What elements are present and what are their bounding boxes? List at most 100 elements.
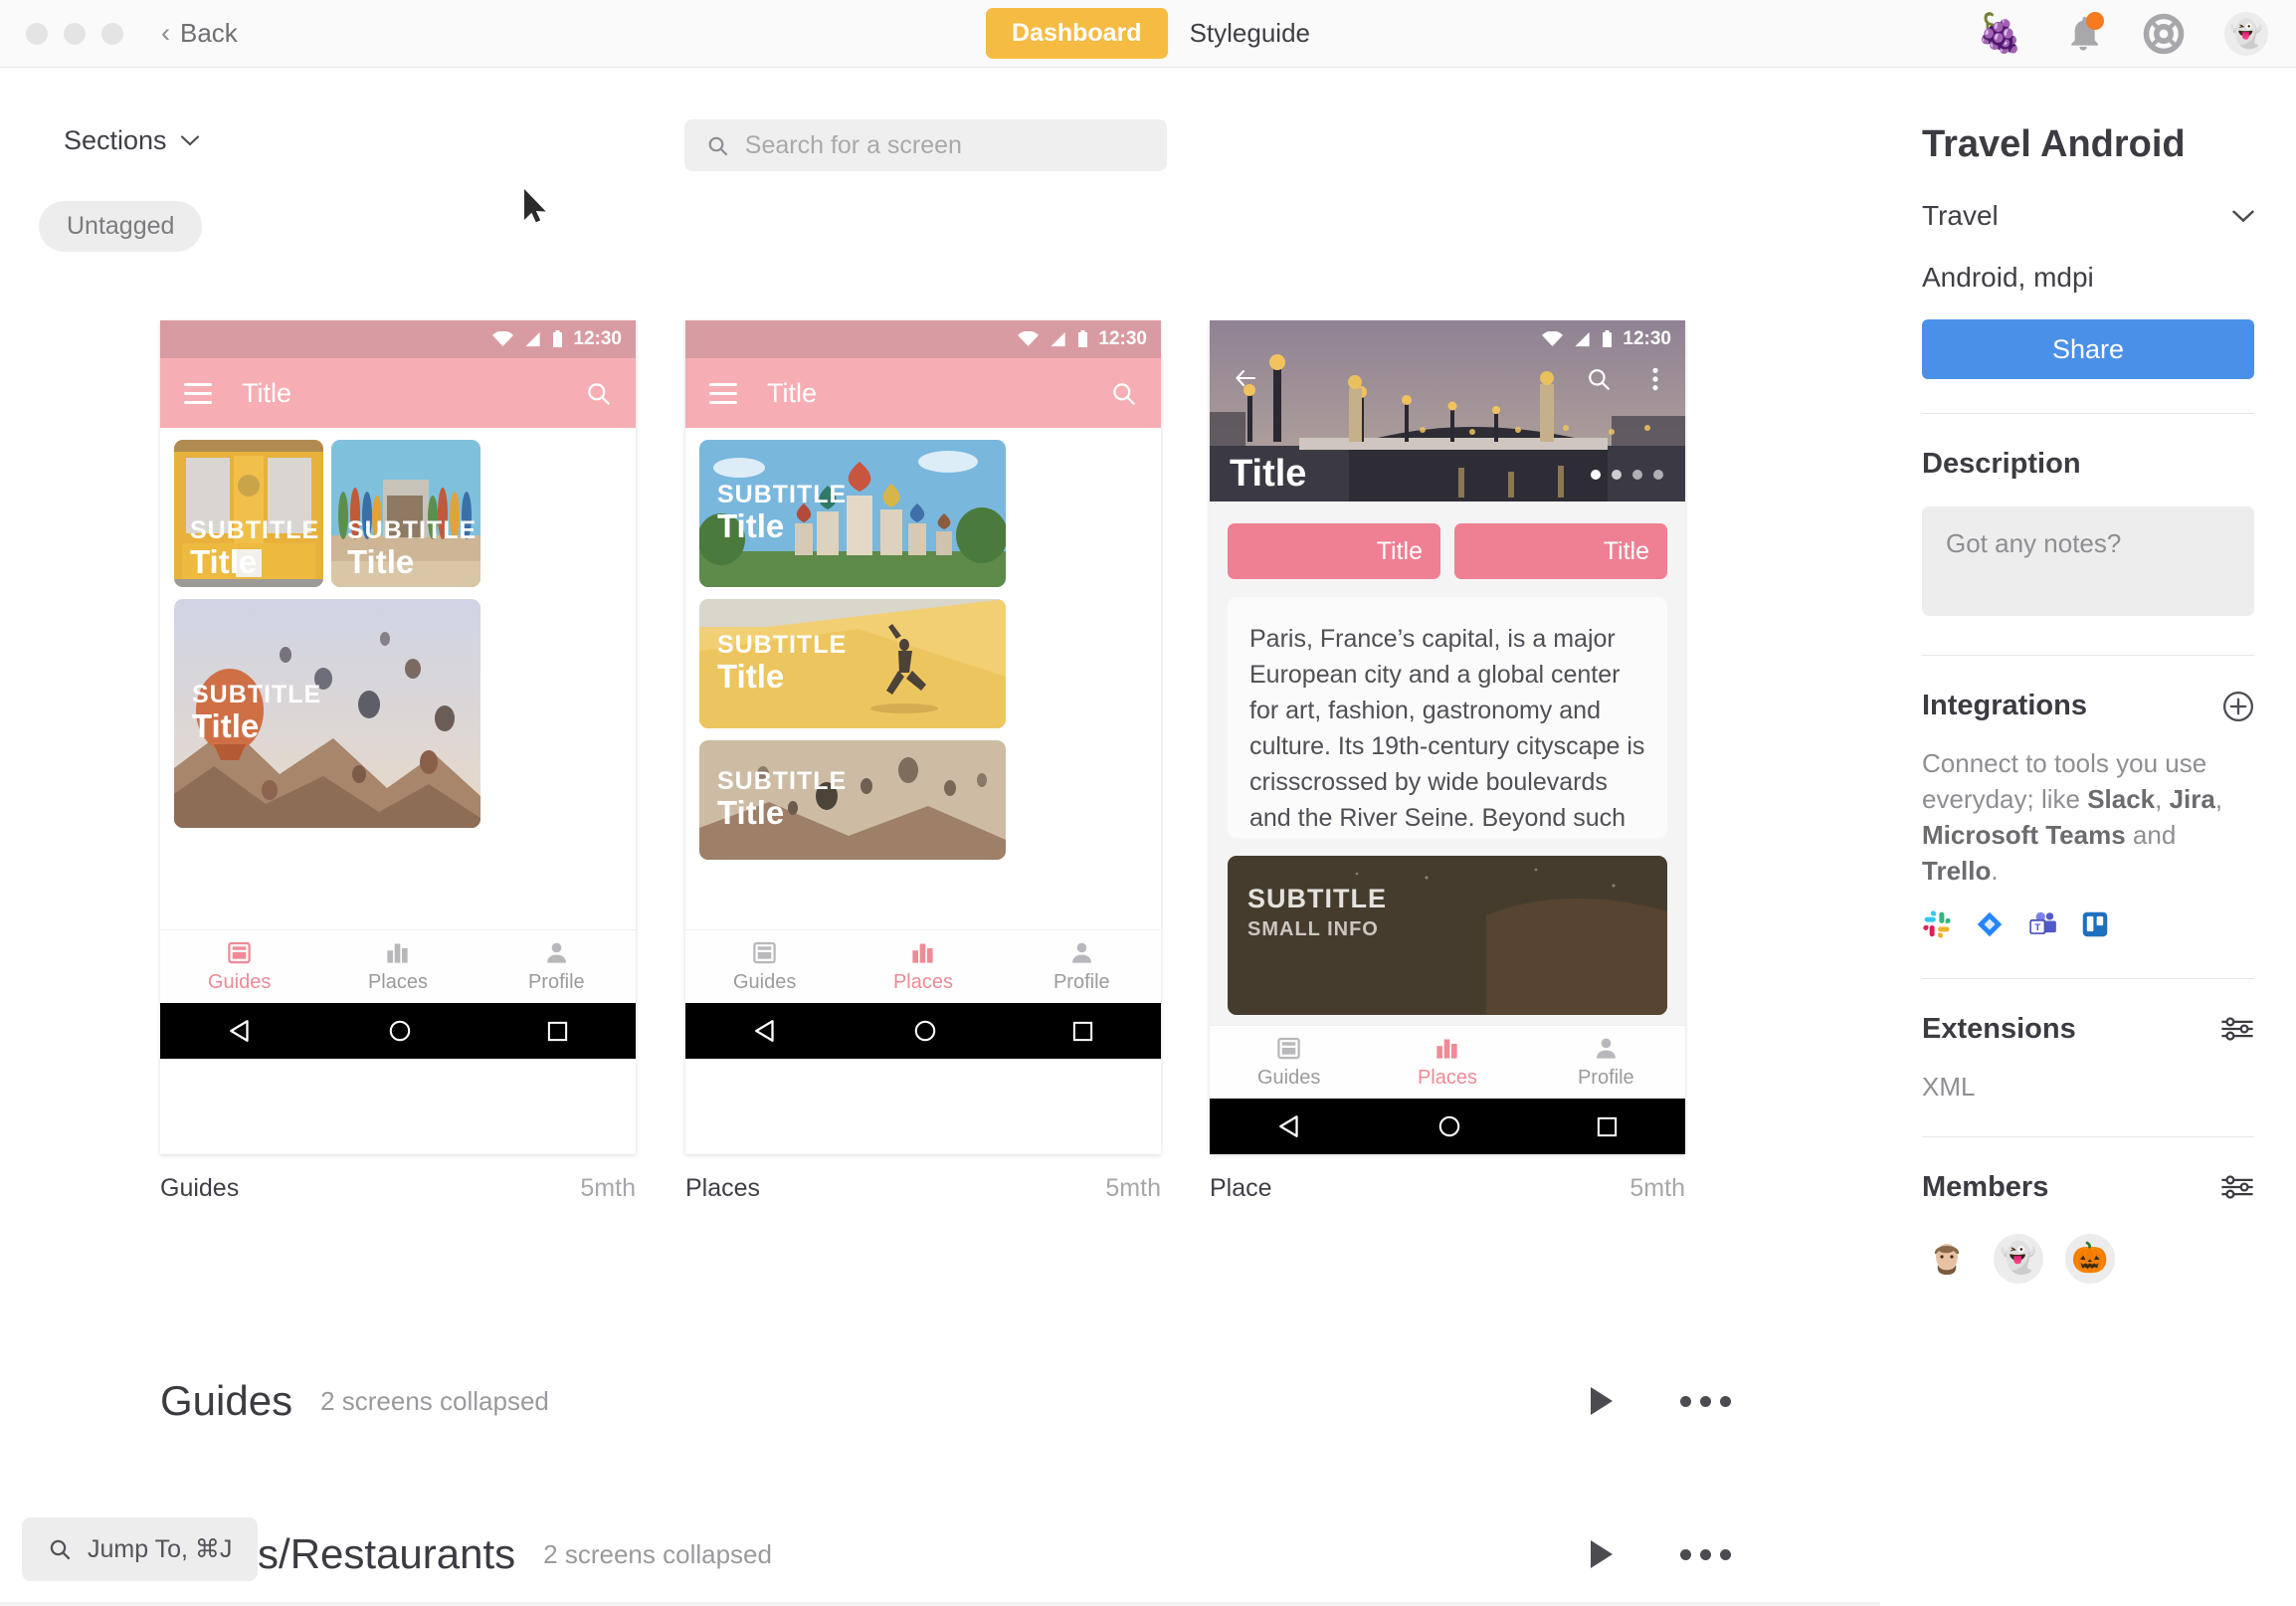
- avatar[interactable]: 👻: [1994, 1233, 2043, 1284]
- section-header-hotels-restaurants: Hotels/Restaurants 2 screens collapsed: [0, 1530, 1850, 1578]
- tab-places[interactable]: Places: [844, 939, 1002, 994]
- settings-sliders-icon[interactable]: [2220, 1016, 2254, 1042]
- screen-content: SUBTITLE Title SUBTITLE Title SUBTITLE T…: [685, 428, 1161, 1059]
- description-card: Paris, France’s capital, is a major Euro…: [1228, 597, 1667, 838]
- back-button[interactable]: ‹ Back: [161, 18, 238, 49]
- trello-icon[interactable]: [2081, 910, 2109, 943]
- tab-label: Places: [367, 971, 428, 993]
- card-title: Title: [717, 658, 785, 696]
- search-icon[interactable]: [585, 380, 612, 407]
- screen-caption: Guides 5mth: [160, 1174, 636, 1203]
- expand-section-button[interactable]: [1591, 1387, 1613, 1415]
- microsoft-teams-icon[interactable]: T: [2027, 910, 2057, 943]
- search-icon[interactable]: [1110, 380, 1137, 407]
- dark-card[interactable]: SUBTITLE SMALL INFO: [1228, 856, 1667, 1015]
- tab-label: Profile: [1052, 971, 1110, 993]
- nav-recents-icon[interactable]: [546, 1020, 569, 1043]
- members-header: Members: [1922, 1171, 2254, 1204]
- close-window-button[interactable]: [26, 22, 48, 45]
- tab-label: Profile: [527, 971, 585, 993]
- chevron-left-icon: ‹: [161, 18, 170, 48]
- settings-sliders-icon[interactable]: [2220, 1174, 2254, 1200]
- nav-home-icon[interactable]: [1437, 1114, 1461, 1138]
- tab-profile[interactable]: Profile: [1003, 939, 1161, 994]
- card-overlay-text: SUBTITLE Title: [192, 682, 321, 745]
- search-icon[interactable]: [1586, 366, 1612, 392]
- grapes-icon[interactable]: 🍇: [1977, 15, 2023, 53]
- back-arrow-icon[interactable]: [1232, 366, 1259, 390]
- grid-card-wide[interactable]: SUBTITLE Title: [174, 599, 480, 828]
- divider: [1922, 655, 2254, 656]
- jump-to-button[interactable]: Jump To, ⌘J: [22, 1517, 259, 1581]
- nav-recents-icon[interactable]: [1071, 1020, 1094, 1043]
- tab-guides[interactable]: Guides: [1210, 1035, 1368, 1090]
- section-more-button[interactable]: [1680, 1395, 1731, 1407]
- maximize-window-button[interactable]: [101, 22, 123, 45]
- menu-hamburger-icon[interactable]: [709, 382, 737, 404]
- nav-back-icon[interactable]: [228, 1018, 254, 1044]
- card-subtitle: SUBTITLE: [717, 480, 848, 508]
- card-title: Title: [347, 543, 415, 581]
- tab-guides[interactable]: Guides: [160, 939, 318, 994]
- pager-dot[interactable]: [1612, 470, 1622, 480]
- tab-dashboard[interactable]: Dashboard: [985, 8, 1168, 59]
- list-card[interactable]: SUBTITLE Title: [699, 599, 1006, 728]
- share-button[interactable]: Share: [1922, 319, 2254, 379]
- search-input[interactable]: [744, 130, 1145, 160]
- jira-icon[interactable]: [1976, 910, 2004, 943]
- guides-icon: [753, 941, 776, 964]
- nav-home-icon[interactable]: [388, 1019, 412, 1043]
- pager-dot-active[interactable]: [1591, 470, 1601, 480]
- list-card[interactable]: SUBTITLE Title: [699, 740, 1006, 860]
- pager-dot[interactable]: [1653, 470, 1663, 480]
- expand-section-button[interactable]: [1591, 1540, 1613, 1568]
- status-clock: 12:30: [573, 328, 622, 349]
- minimize-window-button[interactable]: [64, 22, 86, 45]
- nav-home-icon[interactable]: [913, 1019, 937, 1043]
- slack-icon[interactable]: [1922, 909, 1952, 944]
- section-more-button[interactable]: [1680, 1548, 1731, 1560]
- guides-icon: [1277, 1037, 1300, 1060]
- card-title: Title: [192, 707, 260, 745]
- screen-updated-time: 5mth: [580, 1174, 636, 1202]
- tab-places[interactable]: Places: [1368, 1035, 1526, 1090]
- menu-hamburger-icon[interactable]: [184, 382, 212, 404]
- nav-back-icon[interactable]: [1277, 1113, 1303, 1139]
- jump-to-label: Jump To, ⌘J: [88, 1535, 233, 1563]
- list-card[interactable]: SUBTITLE Title: [699, 440, 1006, 587]
- screen-thumbnail-places[interactable]: 12:30 Title SUBTITLE Title SUBTITLE Titl…: [685, 320, 1161, 1154]
- description-notes-input[interactable]: [1922, 506, 2254, 616]
- notifications-bell-icon[interactable]: [2063, 11, 2104, 54]
- card-subtitle: SUBTITLE: [717, 630, 848, 659]
- nav-recents-icon[interactable]: [1596, 1115, 1619, 1138]
- project-group-select[interactable]: Travel: [1922, 200, 2254, 232]
- carousel-pager[interactable]: [1591, 470, 1663, 480]
- chip-button[interactable]: Title: [1228, 523, 1440, 579]
- card-overlay-text: SUBTITLE Title: [717, 482, 847, 545]
- tab-places[interactable]: Places: [318, 939, 477, 994]
- add-integration-icon[interactable]: [2222, 691, 2254, 722]
- sections-dropdown[interactable]: Sections: [64, 125, 199, 156]
- grid-card[interactable]: SUBTITLE Title: [331, 440, 480, 587]
- nav-back-icon[interactable]: [753, 1018, 779, 1044]
- user-avatar-icon[interactable]: 👻: [2224, 11, 2268, 56]
- avatar[interactable]: [1922, 1233, 1972, 1284]
- screen-thumbnail-guides[interactable]: 12:30 Title SUBTITLE Title SUBTITLE Titl…: [160, 320, 636, 1154]
- tab-styleguide[interactable]: Styleguide: [1190, 18, 1310, 49]
- grid-card[interactable]: SUBTITLE Title: [174, 440, 323, 587]
- help-lifesaver-icon[interactable]: [2143, 13, 2185, 55]
- overflow-menu-icon[interactable]: [1651, 366, 1659, 392]
- screen-thumbnail-place[interactable]: 12:30 Title Title Title Paris, France’s …: [1210, 320, 1685, 1154]
- tab-profile[interactable]: Profile: [1527, 1035, 1685, 1090]
- integrations-description: Connect to tools you use everyday; like …: [1922, 748, 2223, 886]
- dark-card-small-info: SMALL INFO: [1247, 918, 1379, 940]
- tab-guides[interactable]: Guides: [685, 939, 844, 994]
- filter-tag-untagged[interactable]: Untagged: [39, 201, 203, 252]
- pager-dot[interactable]: [1632, 470, 1642, 480]
- battery-icon: [1078, 330, 1088, 347]
- chip-button[interactable]: Title: [1454, 523, 1667, 579]
- tab-profile[interactable]: Profile: [478, 939, 636, 994]
- dark-card-subtitle: SUBTITLE: [1247, 884, 1387, 913]
- search-screen-field[interactable]: [684, 119, 1167, 171]
- avatar[interactable]: 🎃: [2065, 1233, 2115, 1284]
